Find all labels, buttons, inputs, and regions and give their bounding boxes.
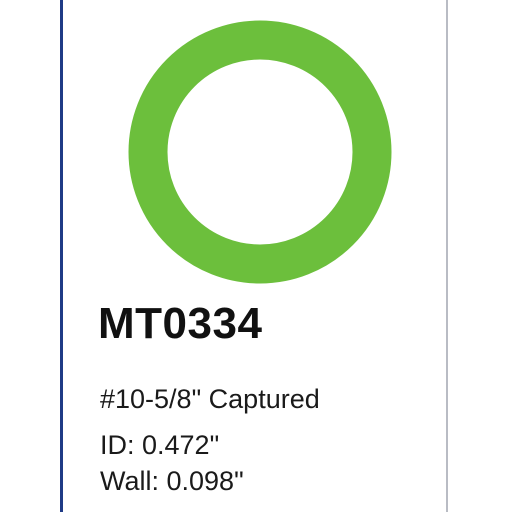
wall-thickness-spec: Wall: 0.098" [100, 466, 244, 496]
o-ring-shape [128, 20, 392, 284]
left-border-divider [60, 0, 63, 512]
o-ring-icon [128, 20, 392, 284]
product-description: #10-5/8" Captured [100, 384, 320, 414]
right-border-divider [446, 0, 448, 512]
part-number-title: MT0334 [98, 299, 263, 348]
inner-diameter-spec: ID: 0.472" [100, 430, 220, 460]
product-card: MT0334 #10-5/8" Captured ID: 0.472" Wall… [0, 0, 512, 512]
